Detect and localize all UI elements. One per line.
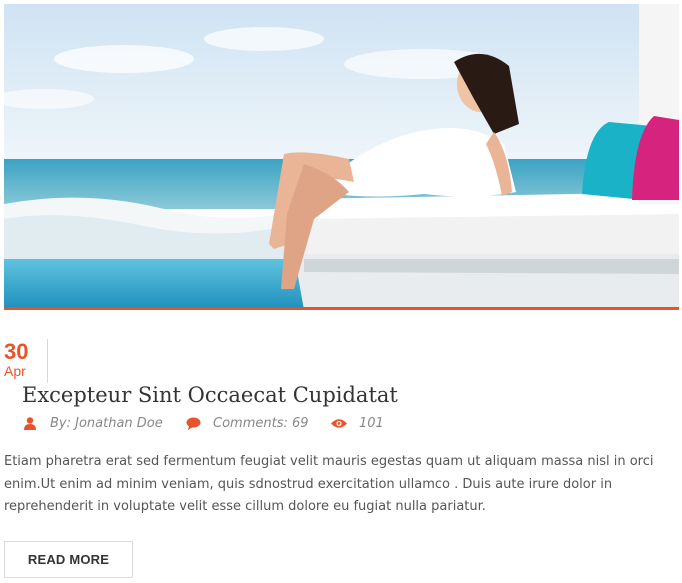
post-title[interactable]: Excepteur Sint Occaecat Cupidatat bbox=[22, 381, 398, 409]
post-date: 30 Apr bbox=[4, 339, 48, 383]
post-views-count: 101 bbox=[359, 415, 384, 431]
post-featured-image[interactable] bbox=[4, 4, 679, 310]
user-icon bbox=[22, 415, 38, 431]
post-date-day: 30 bbox=[4, 339, 29, 364]
comment-icon bbox=[185, 415, 201, 431]
post-author-text: By: Jonathan Doe bbox=[50, 415, 163, 431]
eye-icon bbox=[331, 415, 347, 431]
beach-photo bbox=[4, 4, 679, 307]
post-comments[interactable]: Comments: 69 bbox=[185, 414, 309, 432]
read-more-button[interactable]: READ MORE bbox=[4, 541, 133, 578]
post-author[interactable]: By: Jonathan Doe bbox=[22, 414, 163, 432]
post-date-month: Apr bbox=[4, 363, 26, 379]
post-excerpt: Etiam pharetra erat sed fermentum feugia… bbox=[4, 454, 654, 514]
post-comments-text: Comments: 69 bbox=[213, 415, 309, 431]
post-views: 101 bbox=[331, 414, 384, 432]
